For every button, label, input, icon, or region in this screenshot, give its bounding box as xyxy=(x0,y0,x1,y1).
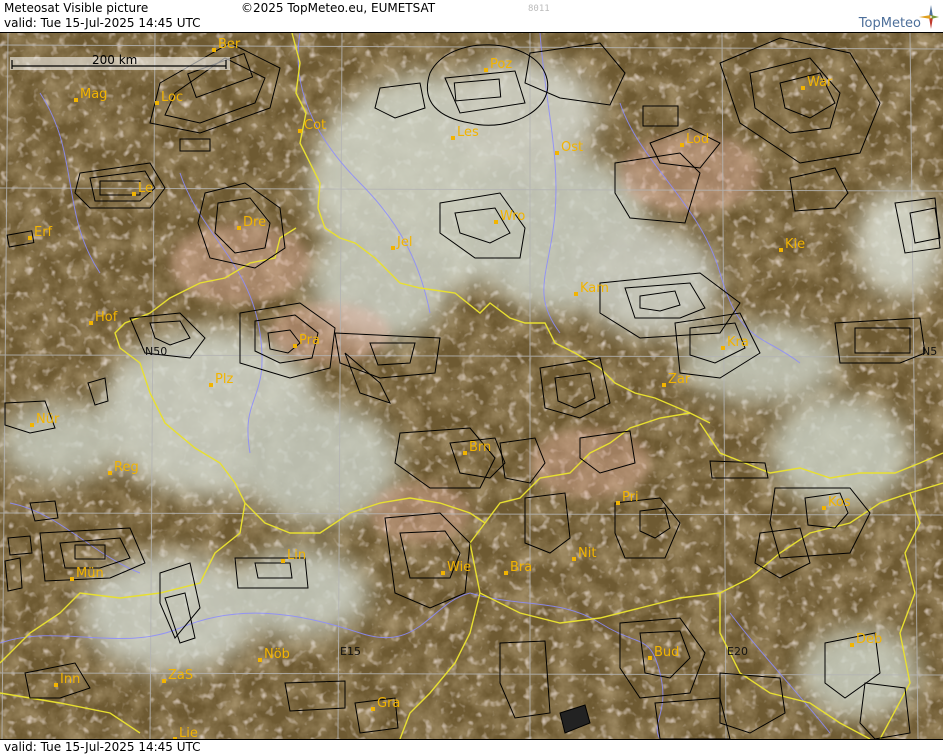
lon-label-e20: E20 xyxy=(727,645,748,658)
city-label: Cot xyxy=(304,118,326,133)
city-label: Nöb xyxy=(264,647,290,662)
city-label: Hof xyxy=(95,310,118,325)
city-dot xyxy=(209,383,213,387)
header-bar: Meteosat Visible picture valid: Tue 15-J… xyxy=(0,0,943,33)
city-label: Ber xyxy=(218,37,241,52)
city-dot xyxy=(54,683,58,687)
city-label: Nür xyxy=(36,412,60,427)
city-label: Wro xyxy=(500,209,525,224)
city-label: Lin xyxy=(287,548,306,563)
city-label: Lie xyxy=(179,726,198,739)
topmeteo-logo-text[interactable]: TopMeteo xyxy=(859,16,921,31)
compass-logo-icon xyxy=(919,5,939,29)
city-dot xyxy=(108,471,112,475)
city-label: Loc xyxy=(161,90,183,105)
city-label: Mag xyxy=(80,87,107,102)
map-title: Meteosat Visible picture xyxy=(4,1,149,15)
city-dot xyxy=(648,656,652,660)
city-dot xyxy=(822,506,826,510)
city-dot xyxy=(28,236,32,240)
city-dot xyxy=(391,246,395,250)
valid-time-bottom: valid: Tue 15-Jul-2025 14:45 UTC xyxy=(4,740,201,754)
valid-time-top: valid: Tue 15-Jul-2025 14:45 UTC xyxy=(4,16,201,30)
city-label: ZaS xyxy=(168,668,193,683)
city-label: Kra xyxy=(727,335,749,350)
city-label: Mün xyxy=(76,566,104,581)
city-dot xyxy=(572,557,576,561)
city-label: Pra xyxy=(299,333,320,348)
city-label: Brn xyxy=(469,440,491,455)
city-label: Reg xyxy=(114,460,139,475)
city-dot xyxy=(293,344,297,348)
city-label: Kos xyxy=(828,495,851,510)
city-dot xyxy=(463,451,467,455)
city-dot xyxy=(132,192,136,196)
city-label: Zar xyxy=(668,372,691,387)
city-label: Plz xyxy=(215,372,233,387)
city-dot xyxy=(801,86,805,90)
city-dot xyxy=(298,129,302,133)
city-dot xyxy=(555,151,559,155)
lon-label-e15: E15 xyxy=(340,645,361,658)
city-label: Kam xyxy=(580,281,609,296)
city-label: Inn xyxy=(60,672,80,687)
copyright: ©2025 TopMeteo.eu, EUMETSAT xyxy=(241,1,436,15)
city-label: Kie xyxy=(785,237,805,252)
city-dot xyxy=(162,679,166,683)
city-label: Erf xyxy=(34,225,53,240)
city-label: Deb xyxy=(856,632,882,647)
city-label: Lod xyxy=(686,132,709,147)
city-dot xyxy=(155,101,159,105)
city-dot xyxy=(574,292,578,296)
city-dot xyxy=(258,658,262,662)
scale-label: 200 km xyxy=(92,53,137,67)
city-dot xyxy=(616,501,620,505)
city-label: Les xyxy=(457,125,479,140)
city-dot xyxy=(680,143,684,147)
city-mün: Mün xyxy=(70,566,104,581)
city-kam: Kam xyxy=(574,281,609,296)
city-label: Pri xyxy=(622,490,639,505)
meteosat-viewer: Meteosat Visible picture valid: Tue 15-J… xyxy=(0,0,943,754)
image-id: 8011 xyxy=(528,4,550,14)
city-label: Gra xyxy=(377,696,400,711)
city-dot xyxy=(504,571,508,575)
city-label: Wie xyxy=(447,560,471,575)
city-dot xyxy=(779,248,783,252)
city-label: Nit xyxy=(578,546,596,561)
city-dot xyxy=(212,48,216,52)
lat-label-n50-left: N50 xyxy=(145,345,167,358)
city-dot xyxy=(70,577,74,581)
city-dot xyxy=(850,643,854,647)
city-label: Jel xyxy=(396,235,412,250)
city-dot xyxy=(74,98,78,102)
lat-label-n50-right: N5 xyxy=(922,345,937,358)
city-label: Bra xyxy=(510,560,532,575)
city-dot xyxy=(484,68,488,72)
city-dot xyxy=(721,346,725,350)
city-dot xyxy=(451,136,455,140)
city-label: Le xyxy=(138,181,153,196)
city-dot xyxy=(237,226,241,230)
footer-bar: valid: Tue 15-Jul-2025 14:45 UTC xyxy=(0,739,943,754)
city-dot xyxy=(30,423,34,427)
city-dot xyxy=(662,383,666,387)
city-dot xyxy=(89,321,93,325)
city-dot xyxy=(441,571,445,575)
city-mag: Mag xyxy=(74,87,107,102)
city-label: Dre xyxy=(243,215,266,230)
city-dot xyxy=(494,220,498,224)
city-label: Ost xyxy=(561,140,583,155)
city-dot xyxy=(371,707,375,711)
city-label: War xyxy=(807,75,833,90)
satellite-map[interactable]: 200 km N50 N5 E15 E20 Ber Poz War Mag Loc Cot… xyxy=(0,33,943,739)
city-label: Poz xyxy=(490,57,512,72)
city-label: Bud xyxy=(654,645,679,660)
city-dot xyxy=(281,559,285,563)
